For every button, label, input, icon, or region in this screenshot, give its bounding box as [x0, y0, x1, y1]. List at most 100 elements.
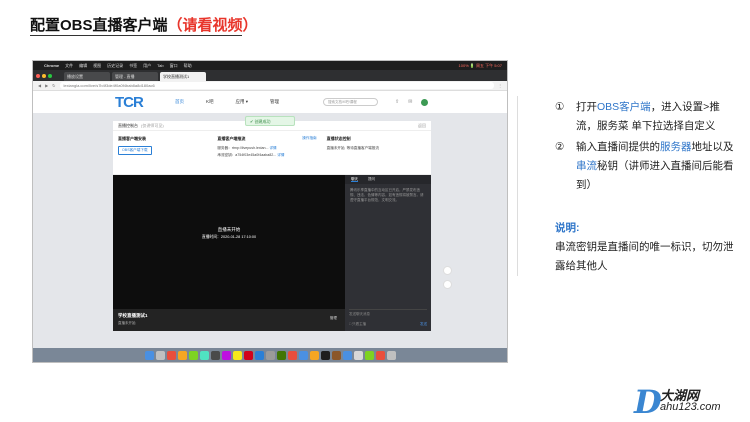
menubar-item[interactable]: 编辑	[79, 63, 87, 69]
step-text: 输入直播间提供的服务器地址以及串流秘钥（讲师进入直播间后能看到）	[576, 138, 740, 195]
step-text-part: 秘钥（讲师进入直播间后能看到）	[576, 160, 734, 191]
menubar-item[interactable]: Tab	[157, 63, 163, 68]
chat-panel: 聊天 提问 腾讯乐享直播中的互动区已开启，严禁发布违规、违法、色情等内容，如有违…	[345, 175, 431, 331]
window-controls[interactable]	[36, 73, 52, 78]
upload-icon[interactable]: ⇪	[395, 99, 399, 106]
app-icon[interactable]	[320, 350, 330, 360]
app-icon[interactable]	[177, 350, 187, 360]
video-player[interactable]: 直播未开始 直播时间：2020-01-28 17:10:00 学校直播测试1 直…	[113, 175, 345, 331]
step-text: 打开OBS客户端，进入设置>推流，服务菜 单下拉选择自定义	[576, 98, 740, 136]
avatar[interactable]	[421, 99, 429, 106]
app-icon[interactable]	[298, 350, 308, 360]
note-title: 说明:	[555, 222, 580, 234]
live-console: 直播控制台 (仅讲师可见) 返回 直播客户端安装 OBS客户端下载 直播客户端推…	[113, 121, 431, 331]
header-icons: ⇪ ✉	[395, 99, 429, 106]
step-number: ①	[555, 101, 565, 113]
console-subtitle: (仅讲师可见)	[141, 122, 164, 128]
video-row: 直播未开始 直播时间：2020-01-28 17:10:00 学校直播测试1 直…	[113, 175, 431, 331]
site-nav: 首页 K吧 应用 ▾ 管理	[175, 99, 279, 105]
embedded-browser-screenshot: Chrome 文件 编辑 视图 历史记录 书签 用户 Tab 窗口 帮助 100…	[32, 60, 508, 363]
nav-manage[interactable]: 管理	[270, 99, 279, 105]
menubar-item[interactable]: 书签	[129, 63, 137, 69]
app-icon[interactable]	[276, 350, 286, 360]
chat-input[interactable]: 发送聊天消息	[349, 309, 427, 317]
step-1: ① 打开OBS客户端，进入设置>推流，服务菜 单下拉选择自定义	[555, 98, 740, 136]
trash-icon[interactable]	[386, 350, 396, 360]
send-button[interactable]: 发送	[420, 322, 427, 327]
finder-icon[interactable]	[144, 350, 154, 360]
watermark-letter: D	[634, 383, 662, 421]
app-icon[interactable]	[188, 350, 198, 360]
menubar-item[interactable]: 文件	[65, 63, 73, 69]
status-title: 直播状态控制	[326, 136, 351, 141]
menubar-item[interactable]: 用户	[143, 63, 151, 69]
chat-tabs: 聊天 提问	[345, 175, 431, 184]
only-host-checkbox[interactable]: □ 只看主播	[349, 322, 366, 327]
watermark-url: ahu123.com	[660, 401, 721, 413]
key-line: 串流密钥：a754f03e45a0f4aaba82... 详情	[217, 153, 316, 158]
back-arrow-icon[interactable]: ◀	[38, 83, 41, 88]
app-icon[interactable]	[309, 350, 319, 360]
app-icon[interactable]	[254, 350, 264, 360]
url-field[interactable]: lexiangla.com/live/s7b4f3de4f0a0f4bab8a8…	[59, 82, 494, 89]
client-install-title: 直播客户端安装	[118, 136, 146, 141]
menubar-item[interactable]: 帮助	[184, 63, 192, 69]
app-icon[interactable]	[243, 350, 253, 360]
step-text-part: 打开	[576, 101, 597, 113]
top-icon[interactable]	[443, 280, 452, 289]
app-icon[interactable]	[221, 350, 231, 360]
menubar-status: 100% 🔋 周五 下午 5:07	[458, 62, 502, 68]
browser-tab[interactable]: 管理 - 直播	[112, 72, 158, 81]
app-icon[interactable]	[166, 350, 176, 360]
nav-home[interactable]: 首页	[175, 99, 184, 105]
slide-title-note: （请看视频）	[167, 17, 258, 34]
site-logo[interactable]: TCR	[115, 94, 165, 111]
nav-kba[interactable]: K吧	[206, 99, 214, 105]
tab-chat[interactable]: 聊天	[351, 177, 358, 182]
stream-key-value: 串流密钥：a754f03e45a0f4aaba82...	[217, 153, 277, 157]
client-install-section: 直播客户端安装 OBS客户端下载	[118, 136, 217, 169]
server-detail-link[interactable]: 详情	[269, 146, 276, 150]
app-icon[interactable]	[232, 350, 242, 360]
back-link[interactable]: 返回	[418, 123, 426, 129]
note-body: 串流密钥是直播间的唯一标识，切勿泄露给其他人	[555, 241, 734, 272]
tab-questions[interactable]: 提问	[368, 177, 375, 182]
obs-download-button[interactable]: OBS客户端下载	[118, 146, 152, 155]
app-icon[interactable]	[265, 350, 275, 360]
app-icon[interactable]	[199, 350, 209, 360]
minimize-icon[interactable]	[42, 73, 46, 78]
status-wait: 等待直播客户端推流	[346, 146, 379, 150]
maximize-icon[interactable]	[48, 73, 52, 78]
guide-link[interactable]: 操作指南	[302, 136, 316, 141]
app-icon[interactable]	[364, 350, 374, 360]
menubar-item[interactable]: 历史记录	[107, 63, 123, 69]
slide-title: 配置OBS直播客户端（请看视频）	[30, 14, 258, 35]
app-icon[interactable]	[210, 350, 220, 360]
browser-tab[interactable]: 播放设置	[64, 72, 110, 81]
share-icon[interactable]	[443, 266, 452, 275]
step-2: ② 输入直播间提供的服务器地址以及串流秘钥（讲师进入直播间后能看到）	[555, 138, 740, 195]
app-icon[interactable]	[331, 350, 341, 360]
browser-tab-active[interactable]: 学校直播测试1	[160, 72, 206, 81]
app-icon[interactable]	[375, 350, 385, 360]
bell-icon[interactable]: ✉	[408, 99, 412, 106]
forward-arrow-icon[interactable]: ▶	[45, 83, 48, 88]
launchpad-icon[interactable]	[155, 350, 165, 360]
app-icon[interactable]	[353, 350, 363, 360]
step-text-part: 输入直播间提供的	[576, 141, 660, 153]
address-bar: ◀ ▶ ↻ lexiangla.com/live/s7b4f3de4f0a0f4…	[33, 81, 507, 91]
chrome-icon[interactable]	[342, 350, 352, 360]
room-name: 学校直播测试1	[118, 313, 148, 318]
nav-apps[interactable]: 应用 ▾	[236, 99, 249, 105]
menubar-item[interactable]: 窗口	[170, 63, 178, 69]
highlight-server: 服务器	[660, 141, 692, 153]
app-icon[interactable]	[287, 350, 297, 360]
site-search-input[interactable]: 搜索文档/K吧/课程	[323, 98, 378, 106]
menubar-item[interactable]: 视图	[93, 63, 101, 69]
manage-link[interactable]: 管理	[330, 316, 337, 321]
extensions-icon[interactable]: ⋮	[498, 83, 502, 88]
close-icon[interactable]	[36, 73, 40, 78]
key-detail-link[interactable]: 详情	[277, 153, 284, 157]
room-status: 直播未开始	[118, 321, 136, 325]
reload-icon[interactable]: ↻	[52, 83, 55, 88]
